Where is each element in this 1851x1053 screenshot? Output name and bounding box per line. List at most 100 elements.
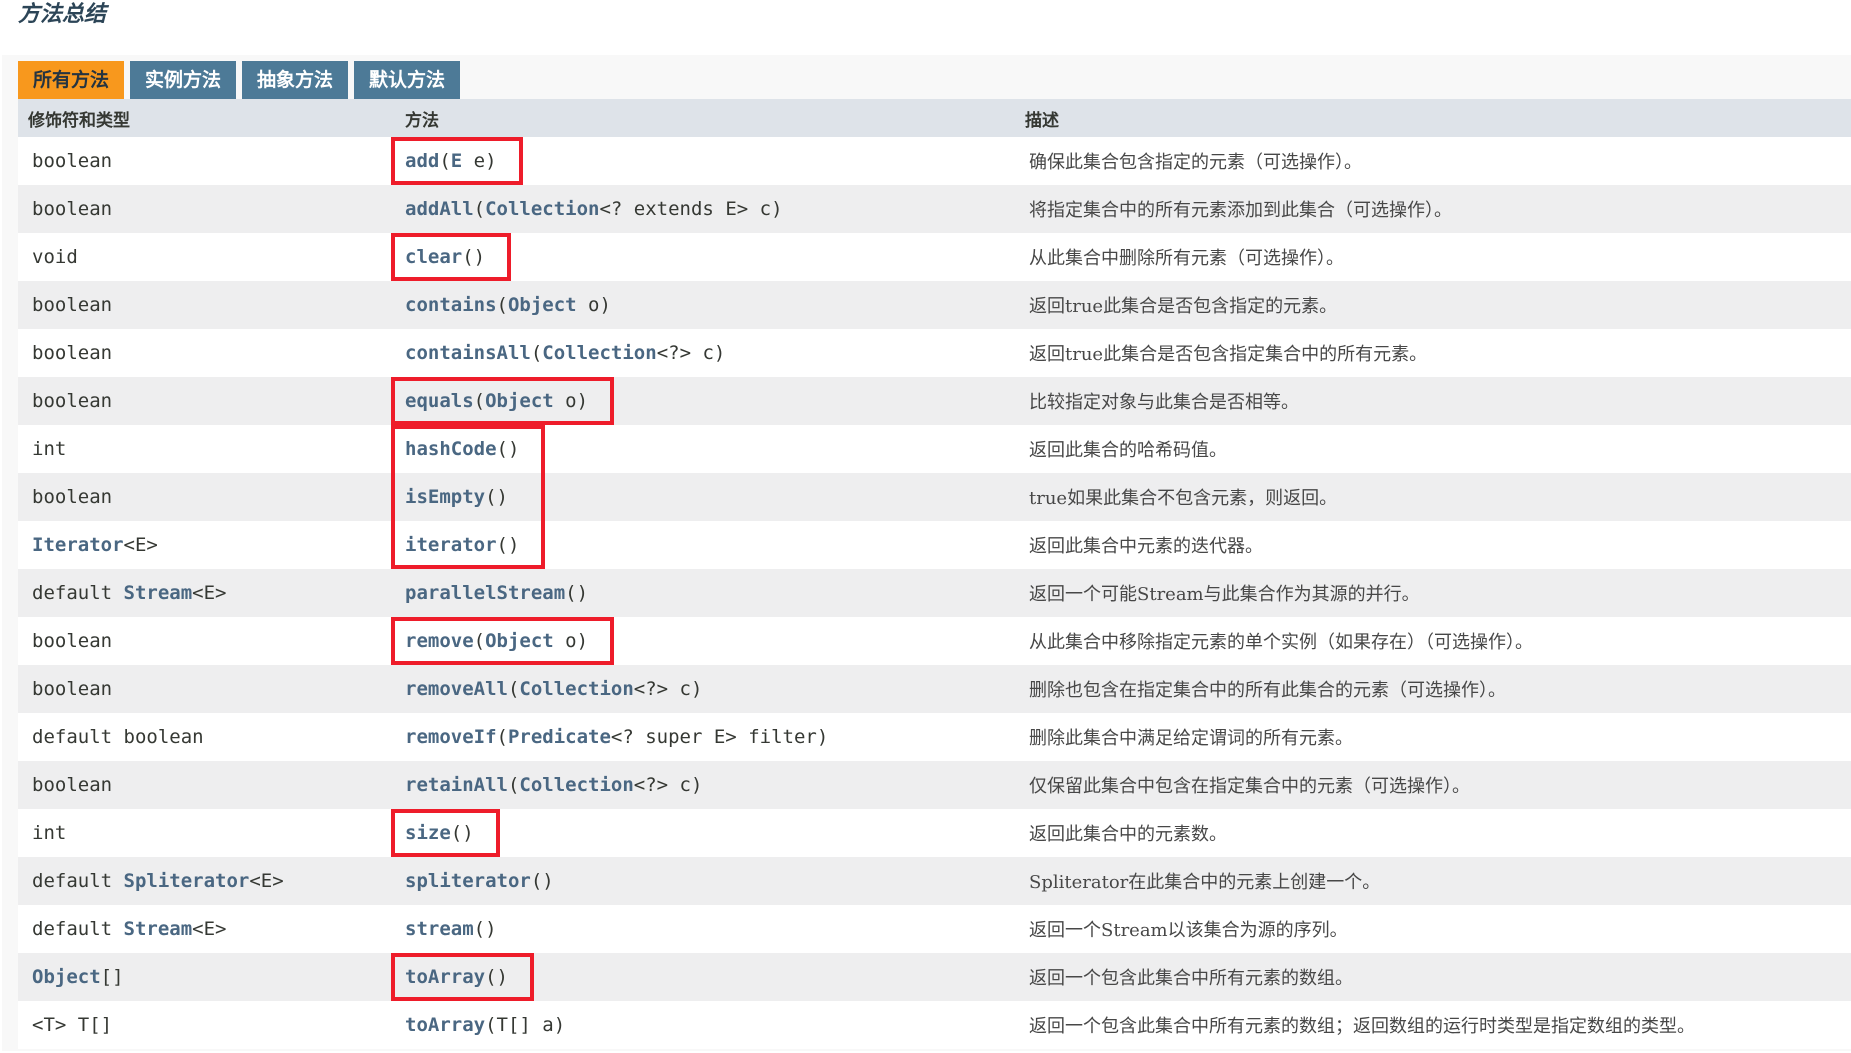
modifier-type: int — [32, 425, 66, 473]
table-row: void clear() 从此集合中删除所有元素（可选操作）。 — [18, 233, 1851, 281]
modifier-type: boolean — [32, 185, 112, 233]
modifier-suffix: boolean — [32, 198, 113, 220]
method-link[interactable]: spliterator — [405, 870, 531, 892]
tab-abstract-methods[interactable]: 抽象方法 — [242, 61, 348, 99]
params-suffix: <? super E> filter) — [610, 726, 829, 748]
method-description: 删除也包含在指定集合中的所有此集合的元素（可选操作）。 — [1029, 680, 1506, 701]
modifier-type: default boolean — [32, 713, 204, 761]
method-description: 返回一个可能Stream与此集合作为其源的并行。 — [1029, 584, 1420, 605]
table-row: default Spliterator<E> spliterator() Split… — [18, 857, 1851, 905]
table-row: <T> T[] toArray(T[] a) 返回一个包含此集合中所有元素的数组；返… — [18, 1001, 1851, 1049]
modifier-type: void — [32, 233, 78, 281]
table-row: Iterator<E> iterator() 返回此集合中元素的迭代器。 — [18, 521, 1851, 569]
modifier-prefix: default — [32, 870, 124, 892]
highlight-box — [391, 425, 545, 569]
type-link[interactable]: Stream — [124, 918, 193, 940]
method-link[interactable]: addAll — [405, 198, 474, 220]
method-link[interactable]: removeAll — [405, 678, 508, 700]
highlight-box — [391, 809, 500, 857]
tab-all-methods[interactable]: 所有方法 — [18, 61, 124, 99]
method-description: 删除此集合中满足给定谓词的所有元素。 — [1029, 728, 1353, 749]
modifier-type: boolean — [32, 665, 112, 713]
param-type-link[interactable]: Collection — [485, 198, 599, 220]
modifier-type: default Spliterator<E> — [32, 857, 284, 905]
modifier-type: boolean — [32, 377, 112, 425]
table-row: boolean contains(Object o) 返回true此集合是否包含指定… — [18, 281, 1851, 329]
method-description: 确保此集合包含指定的元素（可选操作）。 — [1029, 152, 1362, 173]
method-signature: contains(Object o) — [405, 281, 611, 329]
tab-default-methods[interactable]: 默认方法 — [354, 61, 460, 99]
method-description: 返回此集合中的元素数。 — [1029, 824, 1227, 845]
column-header-modifier: 修饰符和类型 — [28, 111, 130, 131]
param-type-link[interactable]: Object — [508, 294, 577, 316]
method-description: 返回true此集合是否包含指定集合中的所有元素。 — [1029, 344, 1428, 365]
params-suffix: <?> c) — [633, 774, 703, 796]
column-header-description: 描述 — [1025, 111, 1059, 131]
table-row: default boolean removeIf(Predicate<? supe… — [18, 713, 1851, 761]
table-row: default Stream<E> parallelStream() 返回一个可能S… — [18, 569, 1851, 617]
param-type-link[interactable]: Collection — [519, 678, 633, 700]
table-row: boolean removeAll(Collection<?> c) 删除也包含在指… — [18, 665, 1851, 713]
table-row: boolean equals(Object o) 比较指定对象与此集合是否相等。 — [18, 377, 1851, 425]
modifier-suffix: void — [32, 246, 78, 268]
modifier-suffix: boolean — [32, 294, 113, 316]
params-prefix: ( — [496, 726, 508, 748]
params-prefix: ( — [507, 678, 520, 700]
modifier-suffix: <E> — [192, 582, 227, 604]
tab-instance-methods[interactable]: 实例方法 — [130, 61, 236, 99]
modifier-suffix: [] — [100, 966, 124, 988]
method-description: 返回一个包含此集合中所有元素的数组。 — [1029, 968, 1353, 989]
table-row: boolean add(E e) 确保此集合包含指定的元素（可选操作）。 — [18, 137, 1851, 185]
table-row: boolean remove(Object o) 从此集合中移除指定元素的单个实例（… — [18, 617, 1851, 665]
method-description: true如果此集合不包含元素，则返回。 — [1029, 488, 1338, 509]
method-link[interactable]: stream — [405, 918, 474, 940]
table-row: int hashCode() 返回此集合的哈希码值。 — [18, 425, 1851, 473]
modifier-suffix: int — [32, 822, 67, 844]
method-link[interactable]: toArray — [405, 1014, 485, 1036]
modifier-type: default Stream<E> — [32, 569, 226, 617]
method-description: 比较指定对象与此集合是否相等。 — [1029, 392, 1299, 413]
type-link[interactable]: Iterator — [32, 534, 124, 556]
method-link[interactable]: retainAll — [405, 774, 508, 796]
modifier-type: Iterator<E> — [32, 521, 158, 569]
table-row: boolean addAll(Collection<? extends E> c)… — [18, 185, 1851, 233]
params-suffix: <?> c) — [656, 342, 726, 364]
method-link[interactable]: removeIf — [405, 726, 497, 748]
modifier-type: boolean — [32, 473, 112, 521]
method-signature: containsAll(Collection<?> c) — [405, 329, 725, 377]
method-link[interactable]: containsAll — [405, 342, 531, 364]
method-signature: addAll(Collection<? extends E> c) — [405, 185, 783, 233]
highlight-box — [391, 233, 511, 281]
column-header-method: 方法 — [405, 111, 439, 131]
params-prefix: (T[] a) — [485, 1014, 566, 1036]
method-signature: removeAll(Collection<?> c) — [405, 665, 702, 713]
modifier-suffix: boolean — [32, 390, 113, 412]
table-row: default Stream<E> stream() 返回一个Stream以该集合为… — [18, 905, 1851, 953]
modifier-type: boolean — [32, 329, 112, 377]
modifier-suffix: <E> — [123, 534, 158, 556]
modifier-type: boolean — [32, 281, 112, 329]
params-prefix: () — [530, 870, 554, 892]
modifier-type: boolean — [32, 617, 112, 665]
params-suffix: <? extends E> c) — [599, 198, 783, 220]
param-type-link[interactable]: Collection — [519, 774, 633, 796]
method-description: 返回一个Stream以该集合为源的序列。 — [1029, 920, 1348, 941]
modifier-type: <T> T[] — [32, 1001, 112, 1049]
param-type-link[interactable]: Predicate — [508, 726, 611, 748]
modifier-type: default Stream<E> — [32, 905, 226, 953]
modifier-suffix: <E> — [192, 918, 227, 940]
type-link[interactable]: Stream — [124, 582, 193, 604]
modifier-suffix: <E> — [249, 870, 284, 892]
method-signature: stream() — [405, 905, 497, 953]
params-suffix: <?> c) — [633, 678, 703, 700]
method-description: Spliterator在此集合中的元素上创建一个。 — [1029, 872, 1381, 893]
method-description: 返回此集合的哈希码值。 — [1029, 440, 1227, 461]
page-title: 方法总结 — [18, 2, 107, 27]
method-link[interactable]: parallelStream — [405, 582, 565, 604]
type-link[interactable]: Spliterator — [124, 870, 250, 892]
type-link[interactable]: Object — [32, 966, 101, 988]
table-row: boolean containsAll(Collection<?> c) 返回tru… — [18, 329, 1851, 377]
modifier-suffix: boolean — [32, 342, 113, 364]
param-type-link[interactable]: Collection — [542, 342, 656, 364]
method-link[interactable]: contains — [405, 294, 497, 316]
